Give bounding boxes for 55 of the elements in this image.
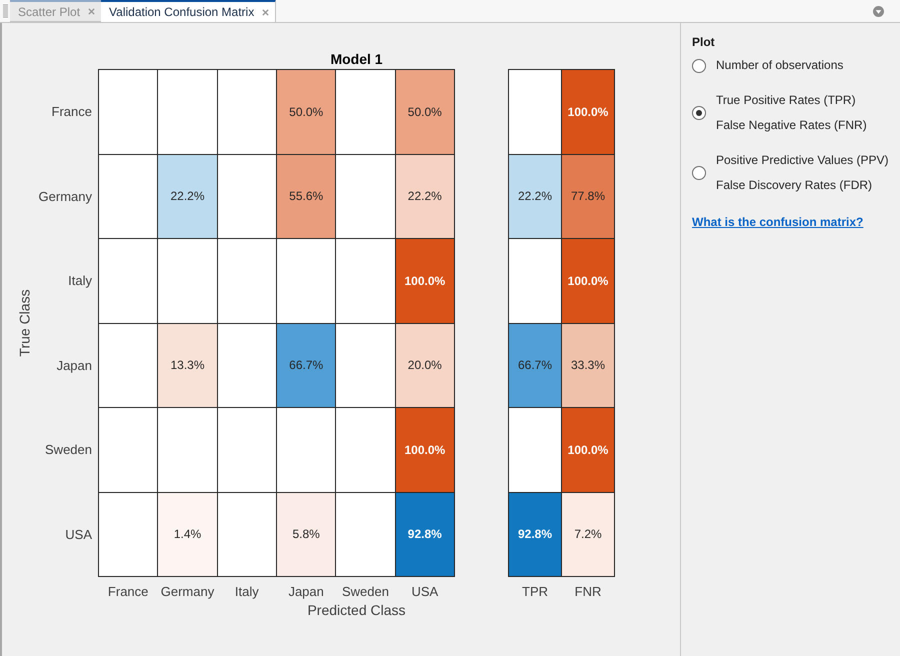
matrix-cell: 22.2% <box>396 154 454 238</box>
grip-icon[interactable] <box>3 4 8 18</box>
matrix-cell: 55.6% <box>276 154 336 238</box>
rate-cell: 100.0% <box>562 408 614 492</box>
help-link[interactable]: What is the confusion matrix? <box>692 213 864 231</box>
column-label: USA <box>411 583 438 601</box>
row-label: France <box>52 103 92 121</box>
matrix-cell: 13.3% <box>158 324 217 407</box>
axis-label: True Class <box>18 289 32 357</box>
dropdown-icon[interactable] <box>873 6 884 16</box>
matrix-cell: 100.0% <box>396 408 454 492</box>
close-icon[interactable] <box>88 8 96 15</box>
rate-cell: 22.2% <box>509 154 561 238</box>
column-label: FNR <box>574 583 602 601</box>
rate-cell: 100.0% <box>562 70 614 154</box>
column-label: France <box>108 583 148 601</box>
matrix-cell: 50.0% <box>276 70 336 154</box>
matrix-cell: 66.7% <box>276 324 336 407</box>
column-label: Sweden <box>342 583 389 601</box>
tab[interactable]: Scatter Plot <box>10 0 102 22</box>
radio-button[interactable] <box>692 106 706 120</box>
rate-cell: 33.3% <box>562 324 614 407</box>
chart-title: Model 1 <box>330 50 383 69</box>
panel-title: Plot <box>692 34 715 50</box>
column-label: Germany <box>160 583 214 601</box>
axis-label: Predicted Class <box>307 602 406 618</box>
close-icon[interactable] <box>262 8 270 16</box>
rate-cell: 92.8% <box>509 492 561 576</box>
option-label: Number of observations <box>716 57 844 74</box>
column-label: Italy <box>234 583 259 601</box>
matrix-cell: 100.0% <box>396 239 454 322</box>
matrix-cell: 22.2% <box>158 154 217 238</box>
rate-cell: 66.7% <box>509 324 561 407</box>
option-label: False Discovery Rates (FDR) <box>716 177 874 194</box>
row-label: Japan <box>56 356 92 375</box>
rate-cell: 77.8% <box>562 154 614 238</box>
column-label: TPR <box>522 583 548 601</box>
row-label: Italy <box>68 272 92 290</box>
matrix-cell: 20.0% <box>396 324 454 407</box>
matrix-cell: 5.8% <box>276 492 336 576</box>
radio-button[interactable] <box>692 166 706 180</box>
tab[interactable]: Validation Confusion Matrix <box>101 0 276 22</box>
matrix-cell: 50.0% <box>396 70 454 154</box>
rate-cell: 100.0% <box>562 239 614 322</box>
matrix-cell: 1.4% <box>158 492 217 576</box>
option-label: False Negative Rates (FNR) <box>716 117 867 134</box>
rate-cell: 7.2% <box>562 492 614 576</box>
matrix-cell: 92.8% <box>396 492 454 576</box>
row-label: Sweden <box>45 441 92 459</box>
row-label: Germany <box>38 188 92 206</box>
radio-button[interactable] <box>692 58 706 72</box>
row-label: USA <box>65 526 92 544</box>
column-label: Japan <box>288 583 324 601</box>
option-label: True Positive Rates (TPR) <box>716 92 857 109</box>
option-label: Positive Predictive Values (PPV) <box>716 152 889 169</box>
